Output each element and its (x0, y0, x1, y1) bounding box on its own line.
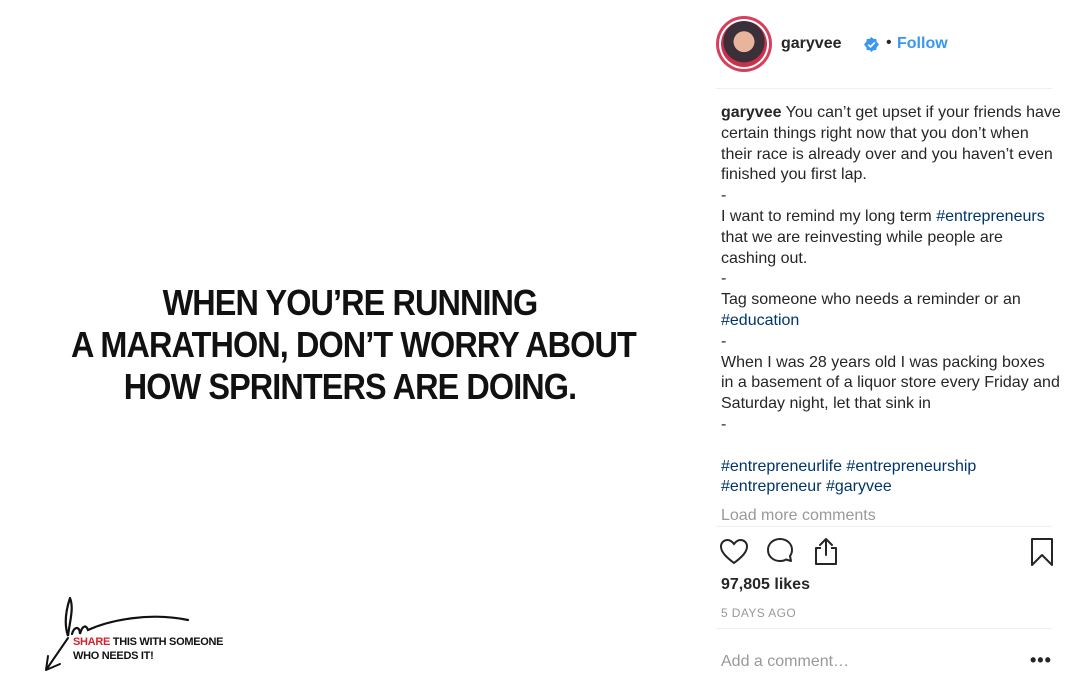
divider (716, 88, 1052, 89)
hashtag-link[interactable]: #entrepreneurlife (721, 458, 842, 475)
post-timestamp[interactable]: 5 DAYS AGO (721, 606, 796, 620)
share-line2: WHO NEEDS IT! (73, 650, 154, 662)
load-more-comments-button[interactable]: Load more comments (721, 507, 876, 525)
likes-count[interactable]: 97,805 likes (721, 576, 810, 594)
hashtag-link[interactable]: #entrepreneurship (846, 458, 976, 475)
caption-dash: - (721, 187, 727, 205)
caption-dash: - (721, 332, 727, 350)
post-image[interactable]: WHEN YOU’RE RUNNING A MARATHON, DON’T WO… (0, 0, 700, 690)
comment-input[interactable] (721, 650, 1011, 674)
caption-username[interactable]: garyvee (721, 104, 782, 121)
quote-line: HOW SPRINTERS ARE DOING. (123, 366, 577, 407)
heart-icon[interactable] (718, 535, 750, 569)
hashtag-link[interactable]: #entrepreneurs (936, 208, 1045, 225)
header-username[interactable]: garyvee (781, 35, 842, 53)
post-quote: WHEN YOU’RE RUNNING A MARATHON, DON’T WO… (71, 282, 637, 408)
separator-dot: • (886, 34, 892, 51)
hashtag-link[interactable]: #education (721, 312, 799, 329)
bookmark-icon[interactable] (1026, 535, 1058, 569)
avatar[interactable] (716, 16, 772, 72)
hashtag-link[interactable]: #garyvee (826, 478, 892, 495)
caption-dash: - (721, 270, 727, 288)
follow-button[interactable]: Follow (897, 35, 948, 53)
post-sidebar: garyvee • Follow garyvee You can’t get u… (700, 0, 1080, 690)
more-options-icon[interactable]: ••• (1030, 650, 1052, 671)
action-bar (716, 535, 1056, 571)
hashtag-link[interactable]: #entrepreneur (721, 478, 822, 495)
share-word: SHARE (73, 636, 111, 648)
caption-text: Tag someone who needs a reminder or an (721, 291, 1021, 309)
quote-line: WHEN YOU’RE RUNNING (162, 282, 539, 323)
divider (716, 526, 1052, 527)
post-caption: garyvee You can’t get upset if your frie… (721, 103, 1061, 498)
verified-badge-icon (864, 37, 879, 52)
quote-line: A MARATHON, DON’T WORRY ABOUT (71, 324, 637, 365)
share-line1: THIS WITH SOMEONE (110, 636, 224, 648)
caption-text: that we are reinvesting while people are… (721, 228, 1003, 267)
caption-paragraph: When I was 28 years old I was packing bo… (721, 353, 1060, 413)
caption-text: I want to remind my long term (721, 207, 937, 225)
divider (716, 628, 1052, 629)
post-header: garyvee • Follow (716, 16, 1056, 74)
share-callout: SHARE THIS WITH SOMEONE WHO NEEDS IT! (73, 635, 223, 663)
comment-bubble-icon[interactable] (764, 535, 796, 569)
share-icon[interactable] (810, 535, 842, 569)
caption-dash: - (721, 415, 727, 433)
